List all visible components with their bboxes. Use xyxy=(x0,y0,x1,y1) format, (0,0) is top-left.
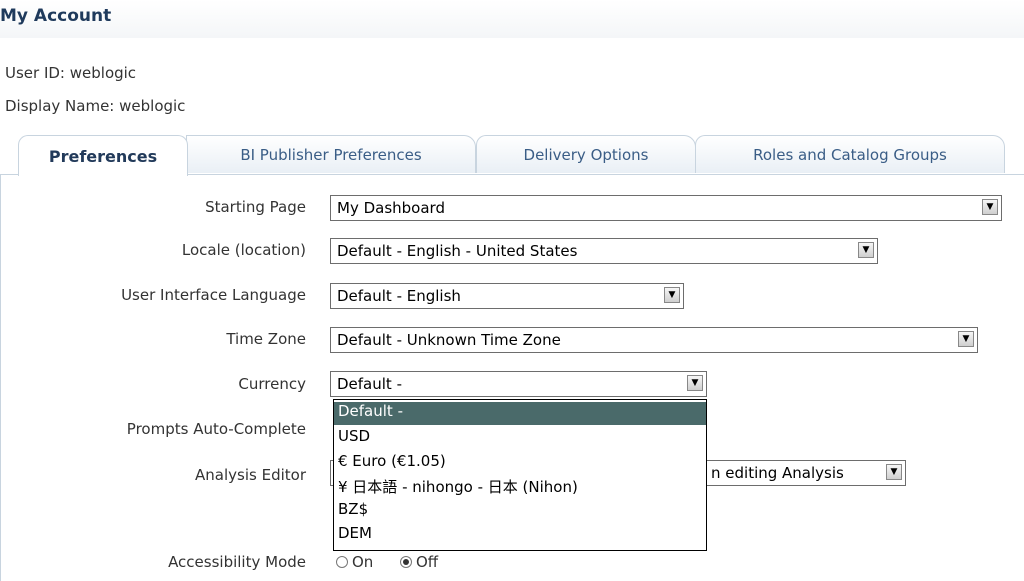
currency-value: Default - xyxy=(337,375,402,393)
user-id-text: User ID: weblogic xyxy=(5,64,137,82)
tab-label: Preferences xyxy=(48,146,158,166)
time-zone-label: Time Zone xyxy=(226,330,306,348)
tab-bar: Preferences BI Publisher Preferences Del… xyxy=(0,135,1024,176)
time-zone-select[interactable]: Default - Unknown Time Zone ▼ xyxy=(330,327,978,353)
prompts-auto-complete-label: Prompts Auto-Complete xyxy=(126,420,306,438)
locale-value: Default - English - United States xyxy=(337,242,578,260)
tab-preferences[interactable]: Preferences xyxy=(18,135,188,176)
starting-page-label: Starting Page xyxy=(205,198,306,216)
locale-select[interactable]: Default - English - United States ▼ xyxy=(330,238,878,264)
tab-delivery-options[interactable]: Delivery Options xyxy=(476,135,696,173)
currency-label: Currency xyxy=(238,375,306,393)
chevron-down-icon[interactable]: ▼ xyxy=(958,331,974,347)
tab-label: BI Publisher Preferences xyxy=(240,145,422,164)
tab-label: Roles and Catalog Groups xyxy=(753,145,947,164)
currency-option[interactable]: USD xyxy=(334,427,706,450)
tab-label: Delivery Options xyxy=(523,145,649,164)
chevron-down-icon[interactable]: ▼ xyxy=(982,199,998,215)
currency-dropdown-list: Default - USD € Euro (€1.05) ¥ 日本語 - nih… xyxy=(333,399,707,551)
ui-language-label: User Interface Language xyxy=(121,286,306,304)
accessibility-on-radio[interactable] xyxy=(336,556,348,568)
currency-option[interactable]: ¥ 日本語 - nihongo - 日本 (Nihon) xyxy=(334,476,706,499)
tab-bi-publisher-preferences[interactable]: BI Publisher Preferences xyxy=(186,135,476,173)
chevron-down-icon[interactable]: ▼ xyxy=(886,464,902,480)
accessibility-off-label: Off xyxy=(416,553,439,571)
header-band xyxy=(0,0,1024,38)
accessibility-off-radio[interactable] xyxy=(400,556,412,568)
chevron-down-icon[interactable]: ▼ xyxy=(687,375,703,391)
currency-option[interactable]: € Euro (€1.05) xyxy=(334,452,706,475)
time-zone-value: Default - Unknown Time Zone xyxy=(337,331,561,349)
analysis-editor-value: n editing Analysis xyxy=(711,464,844,482)
analysis-editor-label: Analysis Editor xyxy=(195,466,306,484)
starting-page-value: My Dashboard xyxy=(337,199,445,217)
accessibility-on-label: On xyxy=(352,553,374,571)
starting-page-select[interactable]: My Dashboard ▼ xyxy=(330,195,1002,221)
chevron-down-icon[interactable]: ▼ xyxy=(664,287,680,303)
display-name-text: Display Name: weblogic xyxy=(5,97,186,115)
locale-label: Locale (location) xyxy=(181,241,306,259)
tab-roles-and-catalog-groups[interactable]: Roles and Catalog Groups xyxy=(695,135,1005,173)
ui-language-select[interactable]: Default - English ▼ xyxy=(330,283,684,309)
chevron-down-icon[interactable]: ▼ xyxy=(858,242,874,258)
page-title: My Account xyxy=(0,6,112,26)
currency-option[interactable]: BZ$ xyxy=(334,500,706,523)
currency-option[interactable]: DEM xyxy=(334,524,706,547)
accessibility-mode-label: Accessibility Mode xyxy=(168,553,306,571)
currency-option[interactable]: Default - xyxy=(334,402,706,425)
ui-language-value: Default - English xyxy=(337,287,461,305)
currency-select[interactable]: Default - ▼ xyxy=(330,371,707,397)
